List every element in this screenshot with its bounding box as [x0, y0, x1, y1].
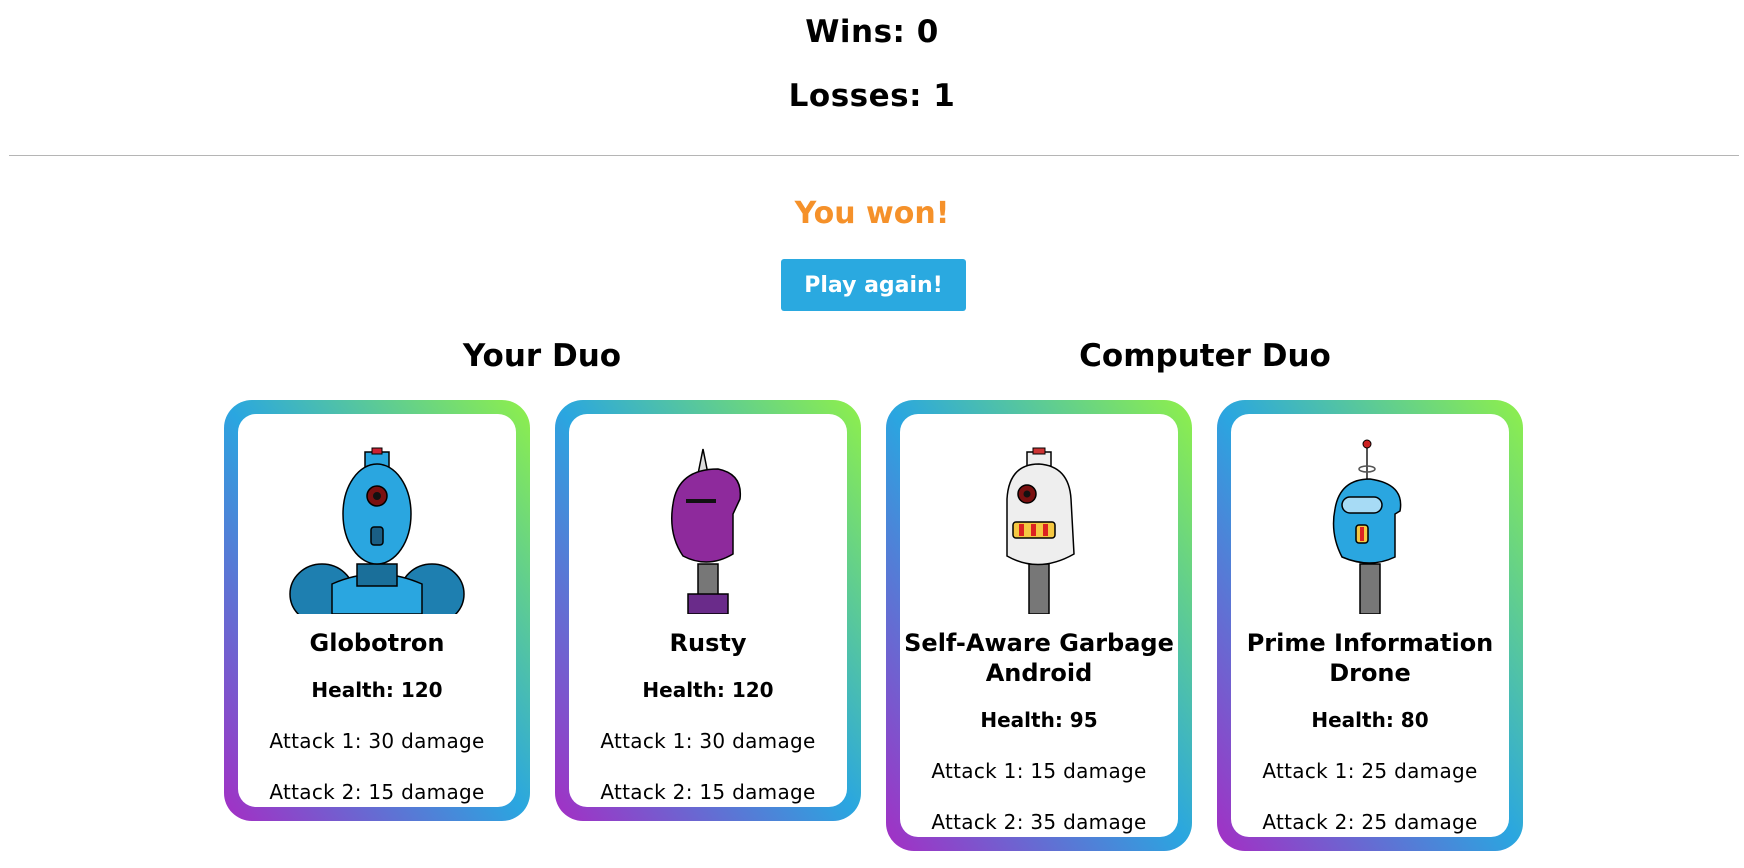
robot-name: Prime Information Drone — [1246, 629, 1494, 687]
robot-card: Globotron Health: 120 Attack 1: 30 damag… — [224, 400, 530, 821]
robot-health: Health: 120 — [642, 678, 774, 702]
play-again-button[interactable]: Play again! — [781, 259, 966, 311]
robot-card: Rusty Health: 120 Attack 1: 30 damage At… — [555, 400, 861, 821]
robot-attack-1: Attack 1: 15 damage — [931, 759, 1147, 783]
computer-duo-title: Computer Duo — [1079, 338, 1331, 374]
robot-name: Globotron — [309, 629, 445, 657]
robot-health: Health: 80 — [1311, 708, 1429, 732]
robot-health: Health: 120 — [311, 678, 443, 702]
your-duo-title: Your Duo — [462, 338, 622, 374]
robot-attack-2: Attack 2: 15 damage — [600, 780, 816, 804]
robot-card: Self-Aware Garbage Android Health: 95 At… — [886, 400, 1192, 851]
robot-card: Prime Information Drone Health: 80 Attac… — [1217, 400, 1523, 851]
divider — [9, 155, 1739, 156]
losses-count: Losses: 1 — [788, 78, 956, 114]
robot-attack-1: Attack 1: 30 damage — [600, 729, 816, 753]
robot-health: Health: 95 — [980, 708, 1098, 732]
garbage-android-robot-icon — [1006, 447, 1075, 614]
robot-attack-1: Attack 1: 30 damage — [269, 729, 485, 753]
robot-attack-2: Attack 2: 15 damage — [269, 780, 485, 804]
result-message: You won! — [794, 196, 950, 231]
rusty-robot-icon — [671, 448, 742, 614]
information-drone-robot-icon — [1332, 439, 1402, 614]
robot-attack-2: Attack 2: 25 damage — [1262, 810, 1478, 834]
robot-attack-2: Attack 2: 35 damage — [931, 810, 1147, 834]
wins-count: Wins: 0 — [805, 14, 939, 50]
robot-name: Rusty — [669, 629, 747, 657]
globotron-robot-icon — [289, 447, 465, 614]
robot-name: Self-Aware Garbage Android — [904, 629, 1174, 687]
robot-attack-1: Attack 1: 25 damage — [1262, 759, 1478, 783]
